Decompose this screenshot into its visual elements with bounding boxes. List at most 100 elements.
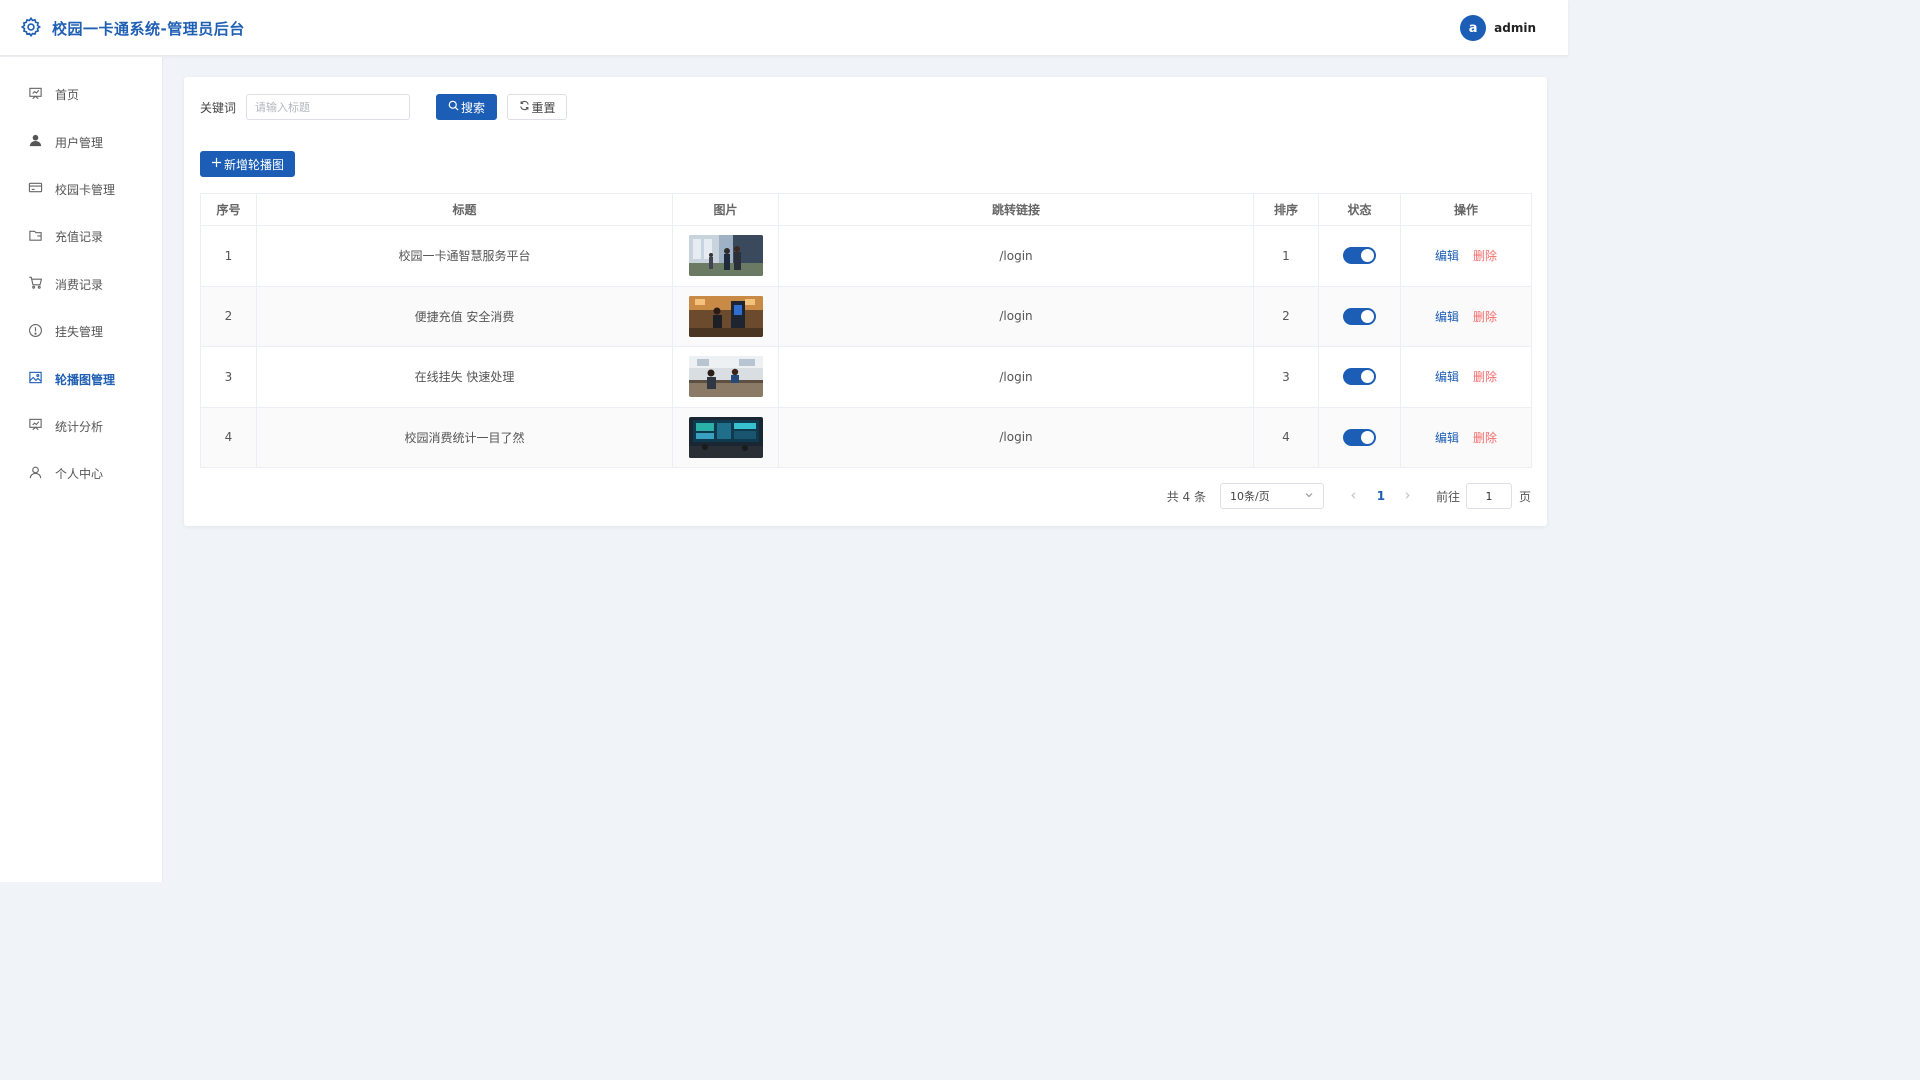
table-row: 1 校园一卡通智慧服务平台 /login 1 编辑 删除	[200, 225, 1532, 287]
sidebar-item-statistics[interactable]: 统计分析	[0, 403, 162, 450]
chevron-left-icon	[1349, 489, 1358, 503]
gear-icon	[20, 16, 42, 41]
cell-index: 1	[200, 225, 257, 287]
wallet-icon	[28, 228, 55, 246]
column-header-image: 图片	[672, 193, 779, 226]
column-header-actions: 操作	[1400, 193, 1532, 226]
cell-index: 4	[200, 407, 257, 468]
app-title: 校园一卡通系统-管理员后台	[52, 20, 245, 38]
jump-label: 前往	[1435, 489, 1460, 504]
edit-button[interactable]: 编辑	[1435, 370, 1459, 384]
user-menu[interactable]: a admin	[1460, 15, 1536, 41]
cell-title: 便捷充值 安全消费	[256, 286, 673, 347]
sidebar-item-profile[interactable]: 个人中心	[0, 450, 162, 497]
prev-page-button[interactable]	[1342, 483, 1366, 509]
cell-sort: 4	[1253, 407, 1319, 468]
delete-button[interactable]: 删除	[1473, 370, 1497, 384]
sidebar-item-cards[interactable]: 校园卡管理	[0, 166, 162, 213]
search-button[interactable]: 搜索	[436, 94, 498, 120]
table-row: 3 在线挂失 快速处理 /login 3 编辑 删除	[200, 346, 1532, 408]
pagination-total: 共 4 条	[1166, 489, 1206, 504]
table-row: 4 校园消费统计一目了然 /login 4 编辑 删除	[200, 407, 1532, 468]
cell-sort: 2	[1253, 286, 1319, 347]
status-toggle[interactable]	[1343, 307, 1376, 325]
top-bar: 校园一卡通系统-管理员后台 a admin	[0, 0, 1568, 56]
status-toggle[interactable]	[1343, 368, 1376, 386]
carousel-table: 序号 标题 图片 跳转链接 排序 状态 操作 1 校园一卡通智慧服务平台 /lo…	[200, 193, 1532, 468]
delete-button[interactable]: 删除	[1473, 310, 1497, 324]
card-icon	[28, 180, 55, 198]
recharge-kiosk-image[interactable]	[688, 295, 763, 337]
delete-button[interactable]: 删除	[1473, 249, 1497, 263]
page-size-value: 10条/页	[1229, 490, 1270, 503]
table-row: 2 便捷充值 安全消费 /login 2 编辑 删除	[200, 286, 1532, 347]
sidebar-item-loss-report[interactable]: 挂失管理	[0, 308, 162, 355]
cell-link: /login	[778, 286, 1254, 347]
cell-title: 在线挂失 快速处理	[256, 346, 673, 408]
username[interactable]: admin	[1494, 21, 1536, 35]
search-icon	[448, 100, 461, 114]
page-jump-input[interactable]	[1465, 483, 1512, 509]
reset-button-label: 重置	[531, 100, 556, 115]
search-button-label: 搜索	[461, 100, 486, 115]
column-header-sort: 排序	[1253, 193, 1319, 226]
brand: 校园一卡通系统-管理员后台	[20, 16, 245, 41]
content-card: 关键词 搜索 重置 新增轮播图 序号 标题 图片 跳转链接 排序 状态 操作	[184, 77, 1547, 526]
cell-sort: 1	[1253, 225, 1319, 287]
edit-button[interactable]: 编辑	[1435, 431, 1459, 445]
column-header-status: 状态	[1318, 193, 1401, 226]
cell-index: 2	[200, 286, 257, 347]
cart-icon	[28, 275, 55, 293]
cell-link: /login	[778, 225, 1254, 287]
page-suffix: 页	[1518, 489, 1531, 504]
edit-button[interactable]: 编辑	[1435, 310, 1459, 324]
edit-button[interactable]: 编辑	[1435, 249, 1459, 263]
pagination: 共 4 条 10条/页 1 前往 页	[1167, 483, 1531, 509]
page-number[interactable]: 1	[1366, 483, 1396, 509]
sidebar-item-label: 轮播图管理	[55, 372, 116, 387]
service-desk-image[interactable]	[688, 356, 763, 398]
picture-icon	[28, 370, 55, 388]
search-form: 关键词 搜索 重置	[200, 94, 568, 120]
sidebar-item-recharge[interactable]: 充值记录	[0, 213, 162, 260]
sidebar: 首页 用户管理 校园卡管理 充值记录 消费记录 挂失管理 轮播图管理 统计分析 …	[0, 57, 163, 882]
sidebar-item-consumption[interactable]: 消费记录	[0, 261, 162, 308]
sidebar-item-home[interactable]: 首页	[0, 71, 162, 118]
status-toggle[interactable]	[1343, 428, 1376, 446]
campus-entrance-image[interactable]	[688, 235, 763, 277]
refresh-icon	[519, 100, 532, 114]
avatar[interactable]: a	[1460, 15, 1487, 41]
delete-button[interactable]: 删除	[1473, 431, 1497, 445]
chevron-down-icon	[1304, 490, 1314, 503]
chevron-right-icon	[1403, 489, 1412, 503]
cell-title: 校园消费统计一目了然	[256, 407, 673, 468]
sidebar-item-label: 首页	[55, 88, 80, 103]
cell-link: /login	[778, 407, 1254, 468]
reset-button[interactable]: 重置	[507, 94, 568, 120]
keyword-input[interactable]	[246, 94, 411, 120]
cell-index: 3	[200, 346, 257, 408]
dashboard-icon	[28, 86, 55, 104]
dashboard-screen-image[interactable]	[688, 416, 763, 458]
add-carousel-button[interactable]: 新增轮播图	[200, 151, 295, 177]
warning-icon	[28, 323, 55, 341]
column-header-link: 跳转链接	[778, 193, 1254, 226]
cell-title: 校园一卡通智慧服务平台	[256, 225, 673, 287]
sidebar-item-label: 充值记录	[55, 230, 104, 245]
cell-link: /login	[778, 346, 1254, 408]
sidebar-item-carousel[interactable]: 轮播图管理	[0, 355, 162, 402]
cell-sort: 3	[1253, 346, 1319, 408]
keyword-label: 关键词	[200, 100, 237, 115]
sidebar-item-users[interactable]: 用户管理	[0, 118, 162, 165]
page-size-select[interactable]: 10条/页	[1219, 483, 1324, 509]
profile-icon	[28, 465, 55, 483]
add-carousel-label: 新增轮播图	[223, 157, 284, 172]
user-icon	[28, 133, 55, 151]
status-toggle[interactable]	[1343, 247, 1376, 265]
next-page-button[interactable]	[1396, 483, 1420, 509]
sidebar-item-label: 个人中心	[55, 467, 104, 482]
sidebar-item-label: 挂失管理	[55, 325, 104, 340]
chart-icon	[28, 417, 55, 435]
sidebar-item-label: 用户管理	[55, 135, 104, 150]
sidebar-item-label: 统计分析	[55, 419, 104, 434]
